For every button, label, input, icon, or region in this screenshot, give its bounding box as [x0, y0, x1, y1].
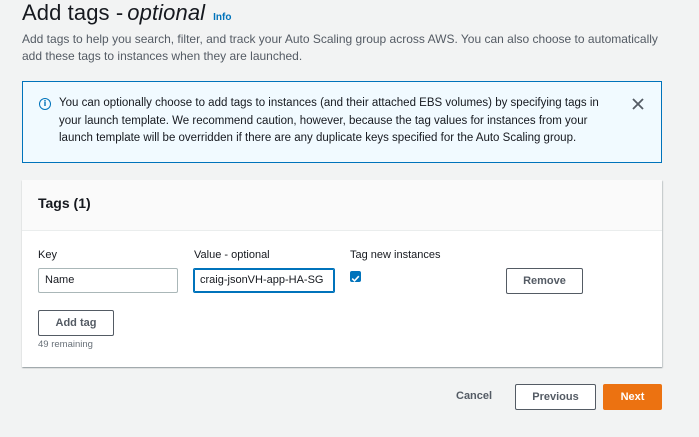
tags-panel-title: Tags (1) [38, 195, 91, 211]
tag-new-instances-label: Tag new instances [350, 249, 441, 261]
cancel-button[interactable]: Cancel [456, 390, 492, 402]
key-label: Key [38, 249, 57, 261]
value-label: Value - optional [194, 249, 270, 261]
next-button[interactable]: Next [603, 384, 662, 410]
info-link[interactable]: Info [213, 12, 231, 23]
alert-text: You can optionally choose to add tags to… [59, 97, 599, 144]
checkmark-icon [351, 275, 360, 283]
tag-key-input[interactable]: Name [38, 268, 178, 293]
page-title-optional: optional [127, 0, 206, 25]
previous-button[interactable]: Previous [515, 384, 596, 410]
page-title: Add tags - [22, 0, 124, 25]
tags-remaining-text: 49 remaining [38, 339, 93, 350]
tags-panel: Tags (1) Key Value - optional Tag new in… [22, 180, 662, 367]
tag-new-instances-checkbox[interactable] [350, 271, 361, 283]
remove-tag-button[interactable]: Remove [506, 268, 583, 294]
tags-panel-header: Tags (1) [22, 180, 662, 231]
info-icon: i [39, 98, 51, 110]
page-description: Add tags to help you search, filter, and… [22, 32, 658, 63]
close-icon[interactable] [629, 95, 647, 113]
page-header: Add tags - optional Info [22, 0, 231, 26]
info-alert: i You can optionally choose to add tags … [22, 81, 662, 163]
add-tag-button[interactable]: Add tag [38, 310, 114, 336]
tag-value-input[interactable]: craig-jsonVH-app-HA-SG [193, 268, 335, 293]
